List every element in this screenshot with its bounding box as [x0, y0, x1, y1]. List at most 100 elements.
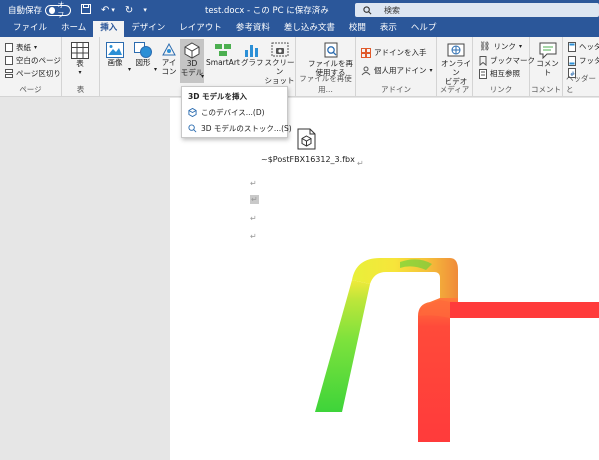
- group-label-reuse: ファイルを再使用...: [299, 74, 352, 94]
- group-label-pages: ページ: [19, 85, 42, 94]
- screenshot-button[interactable]: スクリーン ショット: [264, 42, 295, 85]
- search-placeholder: 検索: [384, 5, 400, 15]
- tab-mailings[interactable]: 差し込み文書: [277, 21, 342, 37]
- fbx-file-icon[interactable]: [297, 128, 316, 150]
- image-button[interactable]: 画像: [106, 42, 124, 67]
- group-reuse-files: ファイルを再 使用する ファイルを再使用...: [296, 37, 356, 97]
- tab-layout[interactable]: レイアウト: [172, 21, 229, 37]
- footer-label: フッター: [579, 56, 599, 65]
- get-addins-label: アドインを入手: [374, 48, 427, 57]
- bookmark-label: ブックマーク: [490, 56, 535, 65]
- group-label-tables: 表: [76, 85, 85, 94]
- insert-3d-model-menu: 3D モデルを挿入 このデバイス...(D) 3D モデルのストック...(S): [181, 86, 292, 138]
- customize-qat-icon[interactable]: ▾: [143, 6, 147, 14]
- table-button[interactable]: 表 ▾: [71, 42, 89, 77]
- link-button[interactable]: ⛓ リンク ▾: [479, 41, 522, 52]
- tab-insert[interactable]: 挿入: [93, 21, 125, 37]
- page-break-button[interactable]: ページ区切り: [5, 68, 61, 79]
- menu-item-stock-3d-models-label: 3D モデルのストック...(S): [201, 124, 292, 133]
- image-label: 画像: [107, 58, 123, 67]
- page-break-label: ページ区切り: [16, 69, 61, 78]
- page-break-icon: [5, 69, 13, 78]
- smartart-button[interactable]: SmartArt: [206, 42, 240, 67]
- smartart-icon: [214, 44, 231, 56]
- undo-dropdown-icon[interactable]: ▾: [111, 6, 115, 14]
- footer-button[interactable]: フッター: [568, 55, 599, 66]
- chart-icon: [245, 45, 259, 57]
- chart-label: グラフ: [241, 58, 264, 67]
- fbx-file-name[interactable]: ~$PostFBX16312_3.fbx: [261, 155, 355, 164]
- smartart-label: SmartArt: [206, 58, 240, 67]
- group-label-header-footer: ヘッダーと: [566, 74, 596, 94]
- icons-label-1: アイ: [161, 58, 177, 67]
- icons-icon: [162, 42, 176, 56]
- 3d-model-render[interactable]: [300, 250, 599, 460]
- search-icon: [363, 5, 372, 14]
- reuse-files-label-1: ファイルを再: [308, 59, 353, 68]
- menu-header: 3D モデルを挿入: [188, 92, 248, 101]
- blank-page-button[interactable]: 空白のページ: [5, 55, 61, 66]
- autosave-state: オフ: [57, 1, 65, 19]
- comment-label: コメント: [536, 59, 559, 77]
- save-icon[interactable]: [81, 3, 92, 17]
- undo-icon[interactable]: ↶: [101, 5, 109, 16]
- cross-reference-button[interactable]: 相互参照: [479, 68, 520, 79]
- group-label-addins: アドイン: [381, 85, 411, 94]
- cover-page-button[interactable]: 表紙 ▾: [5, 42, 37, 53]
- 3d-models-label-2: モデル: [180, 68, 204, 77]
- ribbon-tabs: ファイル ホーム 挿入 デザイン レイアウト 参考資料 差し込み文書 校閲 表示…: [0, 20, 599, 37]
- picture-icon: [106, 42, 124, 58]
- chart-button[interactable]: グラフ: [241, 42, 264, 67]
- shapes-icon: [134, 42, 152, 58]
- group-media: オンライン ビデオ メディア: [437, 37, 473, 97]
- autosave-toggle[interactable]: オフ: [45, 1, 72, 19]
- stock-3d-search-icon: [188, 124, 197, 133]
- cross-reference-label: 相互参照: [490, 69, 520, 78]
- tab-references[interactable]: 参考資料: [229, 21, 277, 37]
- my-addins-button[interactable]: 個人用アドイン ▾: [361, 65, 433, 76]
- search-box[interactable]: 検索: [355, 3, 599, 17]
- document-margin-left: [0, 98, 170, 460]
- screenshot-label-2: ショット: [264, 76, 295, 85]
- paragraph-mark-selected: ↵: [250, 195, 259, 204]
- paragraph-mark: ↵: [357, 159, 364, 168]
- reuse-files-button[interactable]: ファイルを再 使用する: [308, 42, 353, 77]
- group-label-links: リンク: [489, 85, 513, 94]
- group-links: ⛓ リンク ▾ ブックマーク 相互参照 リンク: [473, 37, 535, 97]
- autosave-control[interactable]: 自動保存 オフ: [0, 1, 72, 19]
- blank-page-icon: [5, 56, 13, 65]
- comment-button[interactable]: コメント: [533, 42, 562, 77]
- tab-view[interactable]: 表示: [373, 21, 404, 37]
- tab-design[interactable]: デザイン: [124, 21, 172, 37]
- icons-button[interactable]: アイ コン: [160, 42, 178, 76]
- group-addins: アドインを入手 個人用アドイン ▾ アドイン: [356, 37, 437, 97]
- menu-item-this-device[interactable]: このデバイス...(D): [188, 107, 265, 118]
- header-button[interactable]: ヘッダー: [568, 41, 599, 52]
- group-label-comments: コメント: [531, 85, 561, 94]
- menu-item-stock-3d-models[interactable]: 3D モデルのストック...(S): [188, 123, 292, 134]
- tab-home[interactable]: ホーム: [54, 21, 93, 37]
- shapes-button[interactable]: 図形: [134, 42, 152, 67]
- icons-label-2: コン: [161, 67, 177, 76]
- link-icon: ⛓: [479, 41, 491, 52]
- footer-icon: [568, 55, 576, 66]
- tab-review[interactable]: 校閲: [342, 21, 373, 37]
- group-header-footer: ヘッダー フッター # ヘッダーと: [563, 37, 599, 97]
- header-label: ヘッダー: [579, 42, 599, 51]
- redo-icon[interactable]: ↻: [125, 5, 133, 16]
- bookmark-icon: [479, 55, 487, 66]
- paragraph-mark: ↵: [250, 232, 257, 241]
- tab-help[interactable]: ヘルプ: [404, 21, 444, 37]
- store-icon: [361, 47, 371, 58]
- online-video-button[interactable]: オンライン ビデオ: [440, 42, 472, 86]
- get-addins-button[interactable]: アドインを入手: [361, 47, 427, 58]
- bookmark-button[interactable]: ブックマーク: [479, 55, 535, 66]
- my-addins-label: 個人用アドイン: [374, 66, 427, 75]
- shapes-label: 図形: [135, 58, 151, 67]
- tab-file[interactable]: ファイル: [6, 21, 54, 37]
- cover-page-label: 表紙: [16, 43, 31, 52]
- ribbon: 表紙 ▾ 空白のページ ページ区切り ページ 表 ▾ 表 画像 ▾ 図形 ▾ ア…: [0, 37, 599, 97]
- table-icon: [71, 42, 89, 59]
- blank-page-label: 空白のページ: [16, 56, 61, 65]
- table-label: 表: [76, 59, 84, 68]
